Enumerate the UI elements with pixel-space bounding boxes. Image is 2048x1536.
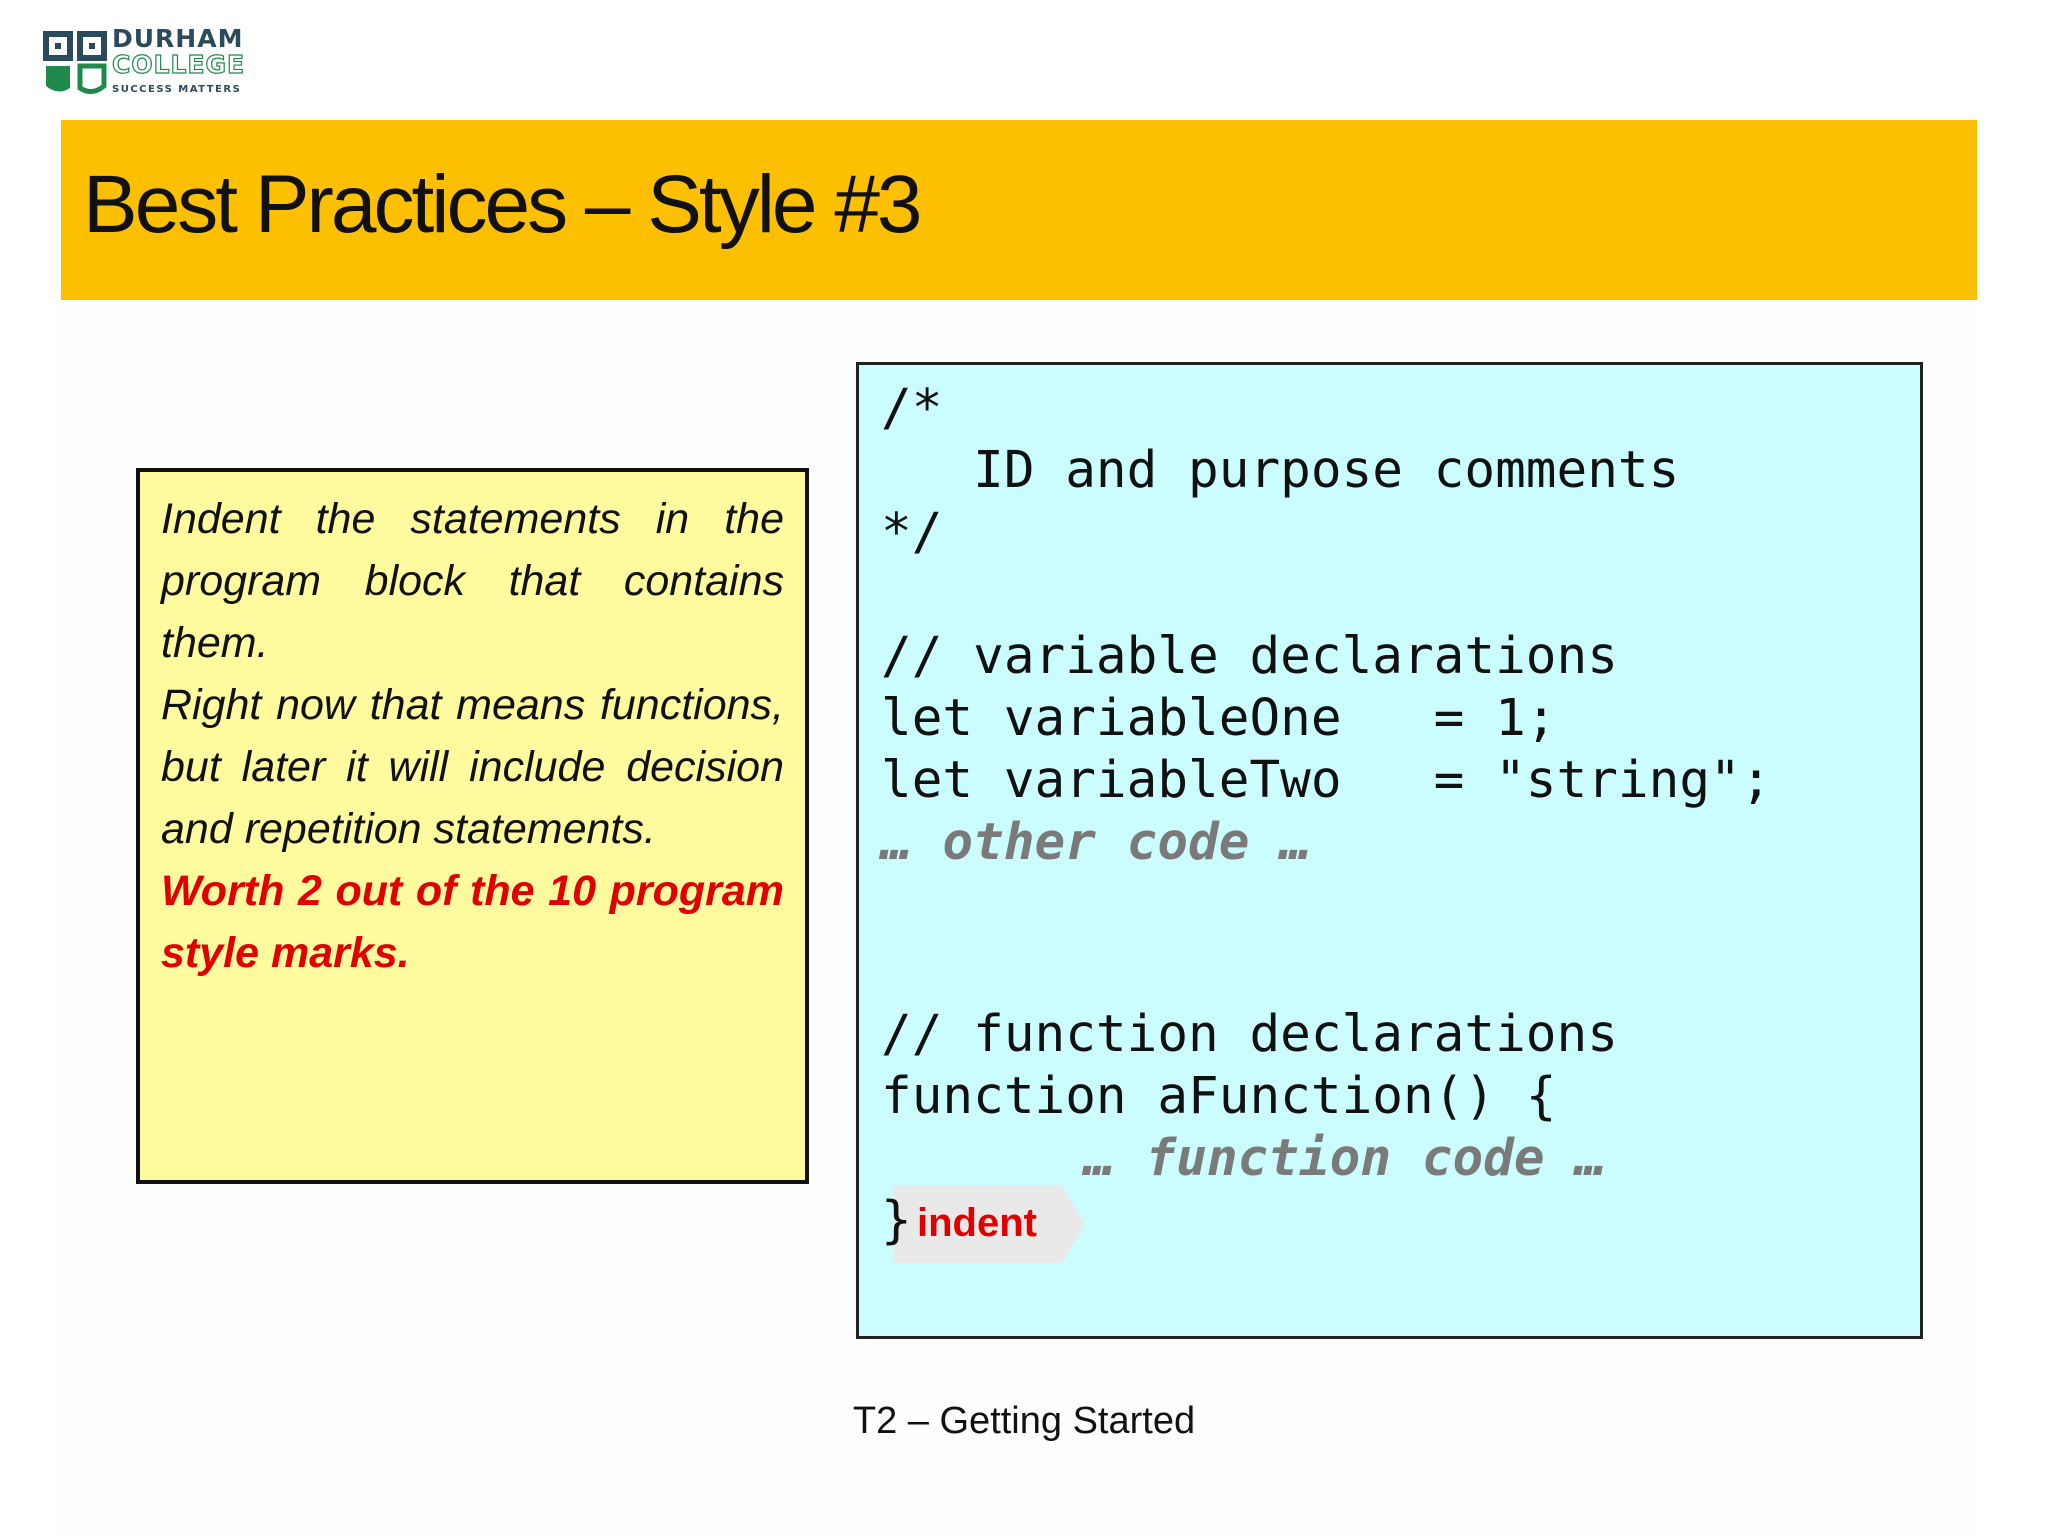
code-comment-close: */ [881,503,943,562]
indent-label: indent [917,1201,1037,1245]
logo-wordmark-durham: DURHAM [112,24,244,53]
slide-title: Best Practices – Style #3 [83,159,923,250]
durham-college-logo: DURHAM COLLEGE SUCCESS MATTERS [26,24,248,106]
note-paragraph-indent: Indent the statements in the program blo… [161,495,784,667]
slide-footer: T2 – Getting Started [852,1400,1196,1442]
code-variable-two: let variableTwo = "string"; [881,751,1772,810]
note-paragraph-scope: Right now that means functions, but late… [161,681,784,853]
code-function-comment: // function declarations [881,1005,1618,1064]
code-function-close-brace: } [881,1191,912,1250]
logo-tagline: SUCCESS MATTERS [112,84,242,95]
code-comment-text: ID and purpose comments [881,441,1680,500]
code-variable-comment: // variable declarations [881,627,1618,686]
note-box: Indent the statements in the program blo… [136,468,809,1184]
code-function-signature: function aFunction() { [881,1067,1557,1126]
code-comment-open: /* [881,379,943,438]
durham-college-shield-icon [43,31,107,94]
logo-wordmark-college: COLLEGE [111,50,246,79]
note-paragraph-marks: Worth 2 out of the 10 program style mark… [161,867,784,977]
title-bar: Best Practices – Style #3 [61,120,1977,300]
code-variable-one: let variableOne = 1; [881,689,1557,748]
code-other-placeholder: … other code … [881,813,1311,872]
code-example-box: /* ID and purpose comments */ // variabl… [856,362,1923,1339]
code-function-body-placeholder: … function code … [1084,1129,1606,1188]
